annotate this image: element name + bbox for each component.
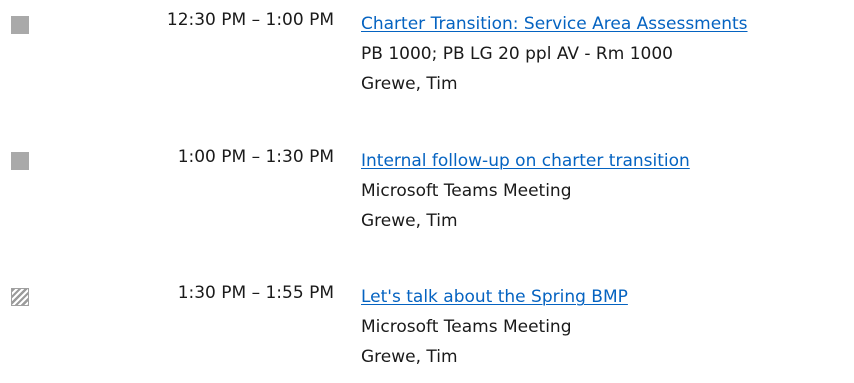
event-details: Internal follow-up on charter transition… [361,146,851,236]
event-title-link[interactable]: Internal follow-up on charter transition [361,146,690,176]
event-details: Let's talk about the Spring BMP Microsof… [361,282,851,372]
agenda-item: 12:30 PM – 1:00 PM Charter Transition: S… [0,0,854,110]
event-details: Charter Transition: Service Area Assessm… [361,9,851,99]
event-organizer: Grewe, Tim [361,74,458,94]
agenda-item: 1:00 PM – 1:30 PM Internal follow-up on … [0,137,854,247]
event-time: 1:30 PM – 1:55 PM [177,283,334,303]
event-location: PB 1000; PB LG 20 ppl AV - Rm 1000 [361,44,673,64]
event-location: Microsoft Teams Meeting [361,317,572,337]
event-time: 1:00 PM – 1:30 PM [177,147,334,167]
event-organizer: Grewe, Tim [361,347,458,367]
agenda-list: 12:30 PM – 1:00 PM Charter Transition: S… [0,0,854,374]
event-title-link[interactable]: Charter Transition: Service Area Assessm… [361,9,748,39]
agenda-item: 1:30 PM – 1:55 PM Let's talk about the S… [0,273,854,383]
event-location: Microsoft Teams Meeting [361,181,572,201]
event-time: 12:30 PM – 1:00 PM [166,10,334,30]
busy-status-icon [11,152,29,170]
busy-status-icon [11,16,29,34]
tentative-status-icon [11,288,29,306]
event-organizer: Grewe, Tim [361,211,458,231]
event-title-link[interactable]: Let's talk about the Spring BMP [361,282,628,312]
